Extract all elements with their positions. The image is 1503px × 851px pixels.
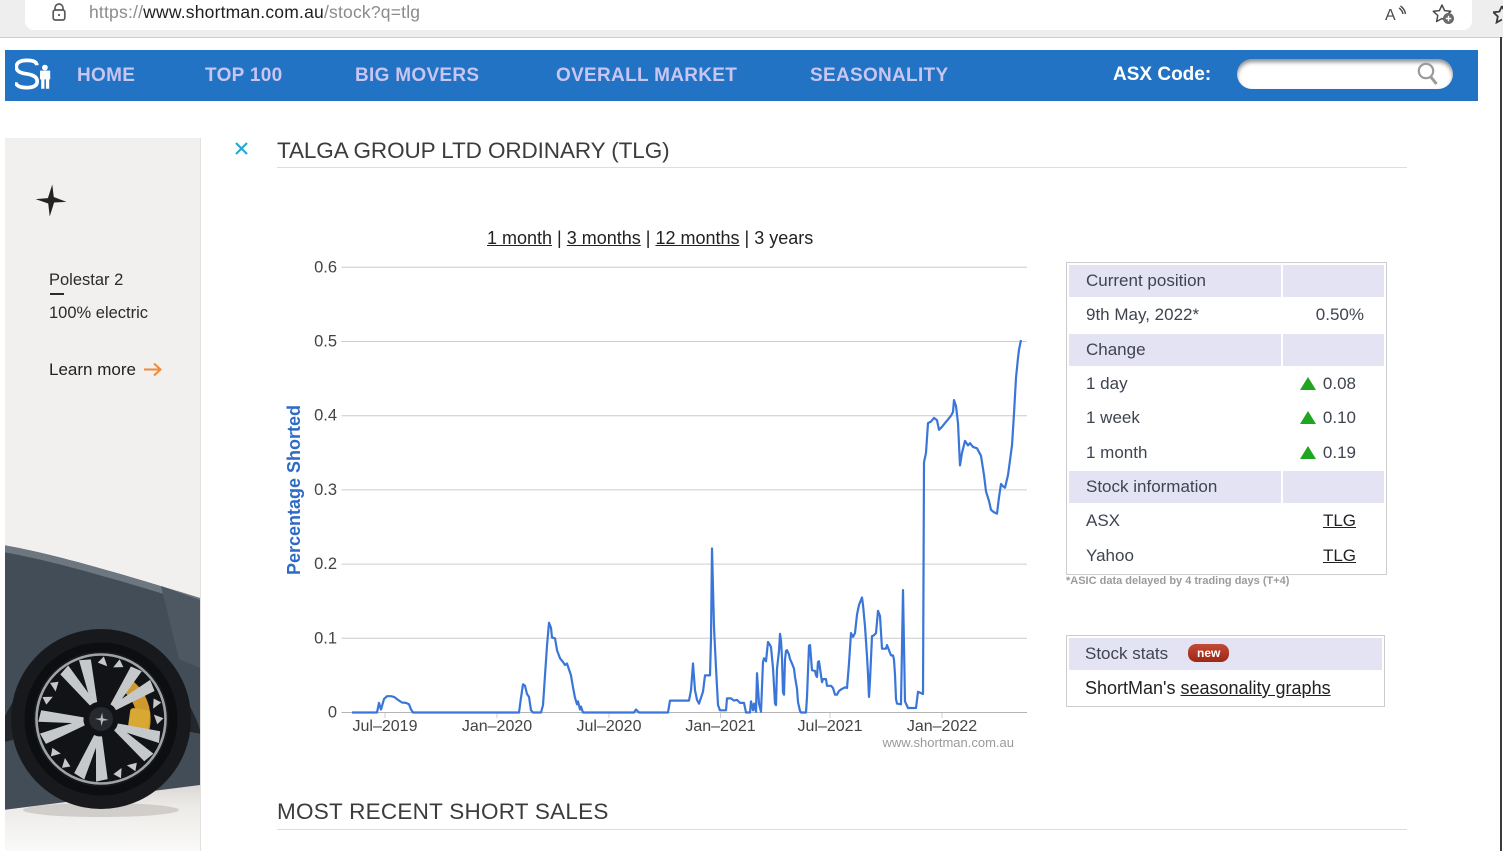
svg-text:Jul–2020: Jul–2020 <box>577 718 642 735</box>
svg-text:0.5: 0.5 <box>314 333 337 351</box>
svg-text:Jul–2019: Jul–2019 <box>353 718 418 735</box>
svg-text:0.3: 0.3 <box>314 481 337 499</box>
svg-text:0.6: 0.6 <box>314 258 337 276</box>
svg-text:0: 0 <box>328 704 337 722</box>
svg-text:Jan–2021: Jan–2021 <box>685 718 755 735</box>
svg-text:0.4: 0.4 <box>314 407 337 425</box>
svg-text:Jan–2020: Jan–2020 <box>462 718 532 735</box>
svg-text:A: A <box>1385 7 1396 24</box>
svg-text:www.shortman.com.au: www.shortman.com.au <box>882 735 1015 750</box>
svg-text:Jan–2022: Jan–2022 <box>907 718 977 735</box>
svg-text:Percentage Shorted: Percentage Shorted <box>284 405 304 575</box>
svg-text:Jul–2021: Jul–2021 <box>798 718 863 735</box>
svg-text:0.1: 0.1 <box>314 629 337 647</box>
svg-text:0.2: 0.2 <box>314 555 337 573</box>
